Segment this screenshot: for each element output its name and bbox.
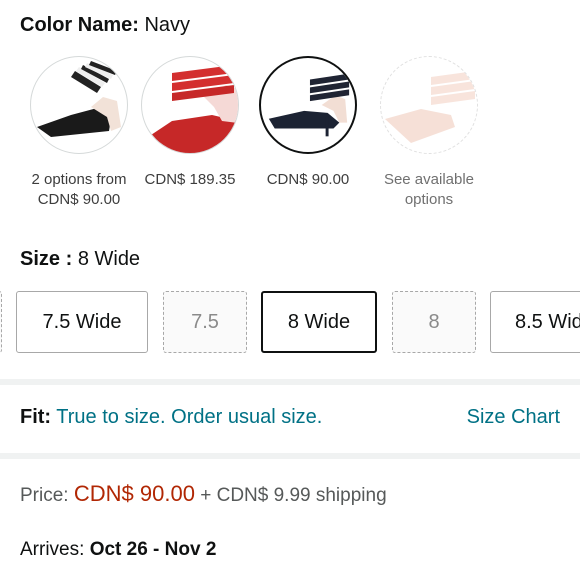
color-name-heading: Color Name: Navy xyxy=(20,14,190,37)
size-heading: Size : 8 Wide xyxy=(20,248,140,271)
swatch-caption-line1: CDN$ 189.35 xyxy=(144,171,236,188)
swatch-image-beige-shoe xyxy=(380,56,478,154)
section-divider xyxy=(0,379,580,385)
size-option-8-wide[interactable]: 8 Wide xyxy=(261,291,377,353)
color-name-label: Color Name: xyxy=(20,14,139,36)
arrival-date-range: Oct 26 - Nov 2 xyxy=(89,539,217,560)
size-option-partial-left[interactable] xyxy=(0,291,2,353)
swatch-caption-line1: 2 options from xyxy=(31,171,127,188)
arrives-label: Arrives: xyxy=(20,539,85,560)
swatch-caption-line2: options xyxy=(404,191,454,208)
size-option-7-5[interactable]: 7.5 xyxy=(163,291,247,353)
price-label: Price: xyxy=(20,485,69,506)
swatch-image-red-shoe xyxy=(141,56,239,154)
price-row: Price: CDN$ 90.00 + CDN$ 9.99 shipping xyxy=(20,481,387,507)
swatch-image-black-stripe-shoe xyxy=(30,56,128,154)
price-value: CDN$ 90.00 xyxy=(73,481,195,506)
swatch-caption-line1: See available xyxy=(383,171,475,188)
color-name-value: Navy xyxy=(144,14,191,36)
size-chart-link[interactable]: Size Chart xyxy=(467,406,560,429)
fit-description-link[interactable]: True to size. Order usual size. xyxy=(56,406,322,428)
color-swatch-navy[interactable]: CDN$ 90.00 xyxy=(246,56,370,190)
color-swatch-red[interactable]: CDN$ 189.35 xyxy=(128,56,252,190)
size-option-8[interactable]: 8 xyxy=(392,291,476,353)
size-label: Size : xyxy=(20,248,73,270)
section-divider xyxy=(0,453,580,459)
swatch-caption-line2: CDN$ 90.00 xyxy=(37,191,121,208)
fit-label: Fit: xyxy=(20,406,52,428)
color-swatch-beige[interactable]: See available options xyxy=(367,56,491,210)
size-value: 8 Wide xyxy=(77,248,141,270)
color-swatch-row: 2 options from CDN$ 90.00 CDN$ 189.35 CD… xyxy=(0,56,580,216)
swatch-caption-line1: CDN$ 90.00 xyxy=(266,171,350,188)
size-option-row: 7.5 Wide 7.5 8 Wide 8 8.5 Wide xyxy=(0,290,580,356)
arrival-row: Arrives: Oct 26 - Nov 2 xyxy=(20,539,216,561)
swatch-image-navy-shoe xyxy=(259,56,357,154)
size-option-8-5-wide[interactable]: 8.5 Wide xyxy=(490,291,580,353)
color-swatch-black-stripe[interactable]: 2 options from CDN$ 90.00 xyxy=(17,56,141,210)
shipping-cost: + CDN$ 9.99 shipping xyxy=(200,485,387,506)
size-option-7-5-wide[interactable]: 7.5 Wide xyxy=(16,291,148,353)
